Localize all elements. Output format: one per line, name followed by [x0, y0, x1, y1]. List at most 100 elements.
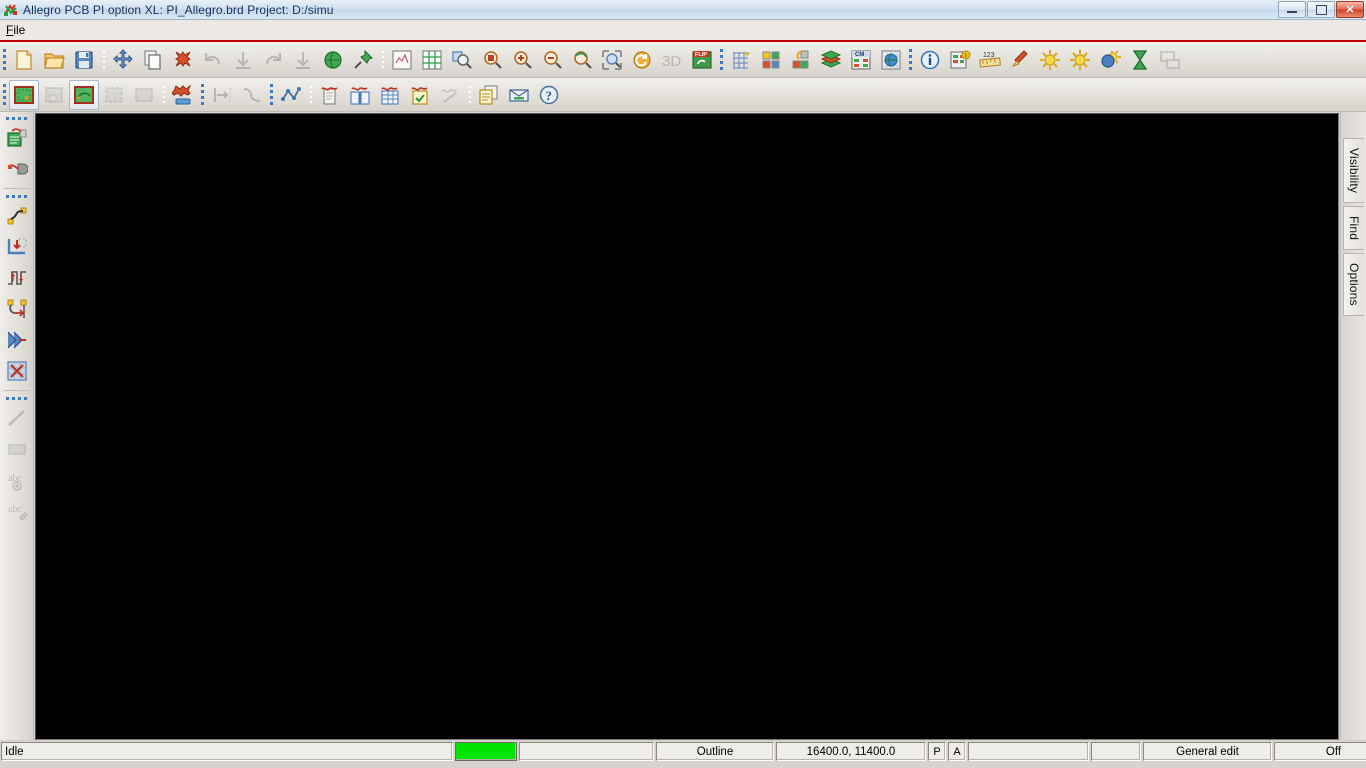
tab-visibility[interactable]: Visibility [1343, 138, 1364, 204]
main-toolbar: 3D FLIP CM i 123 [0, 42, 1366, 78]
fast-forward-icon[interactable] [2, 325, 32, 355]
zoom-region-icon[interactable] [597, 45, 627, 75]
route-corner-icon[interactable] [2, 232, 32, 262]
tab-find[interactable]: Find [1343, 206, 1364, 251]
flip-design-icon[interactable]: FLIP [687, 45, 717, 75]
undo-icon[interactable] [198, 45, 228, 75]
shape-boundary-icon[interactable] [129, 80, 159, 110]
toolbar-group-shapes [0, 78, 159, 111]
pcb-design-canvas[interactable] [35, 113, 1339, 740]
si-probe-icon[interactable] [435, 80, 465, 110]
layers-icon[interactable] [816, 45, 846, 75]
measure-ruler-icon[interactable]: 123 [975, 45, 1005, 75]
report-icon[interactable]: i [945, 45, 975, 75]
export-spreadsheet-icon[interactable] [2, 123, 32, 153]
zoom-world-icon[interactable] [417, 45, 447, 75]
delete-x-icon[interactable] [168, 45, 198, 75]
dehighlight-icon[interactable] [1035, 45, 1065, 75]
save-disk-icon[interactable] [69, 45, 99, 75]
edit-text-icon[interactable]: abc [2, 496, 32, 526]
svg-text:3D: 3D [662, 53, 681, 70]
signal-waveform-icon[interactable] [276, 80, 306, 110]
pushpin-icon[interactable] [348, 45, 378, 75]
refresh-icon[interactable] [627, 45, 657, 75]
undo-anchor-icon[interactable] [228, 45, 258, 75]
workspace: abc abc Visibility Find Options [0, 112, 1366, 740]
draw-line-icon[interactable] [2, 403, 32, 433]
toolbar-grip[interactable] [159, 78, 168, 111]
globe-grid-icon[interactable] [876, 45, 906, 75]
toolbar-grip[interactable] [198, 78, 207, 111]
three-d-icon[interactable]: 3D [657, 45, 687, 75]
shape-void-icon[interactable] [99, 80, 129, 110]
slide-icon[interactable] [207, 80, 237, 110]
toolbar-grip[interactable] [0, 42, 9, 77]
rail-grip-2[interactable] [0, 192, 33, 201]
status-bar: Idle Outline 16400.0, 11400.0 P A Genera… [0, 740, 1366, 762]
grid-toggle-icon[interactable] [726, 45, 756, 75]
rail-grip[interactable] [0, 114, 33, 123]
delete-shape-icon[interactable] [168, 80, 198, 110]
si-spreadsheet-icon[interactable] [375, 80, 405, 110]
connector-plug-icon[interactable] [2, 154, 32, 184]
open-folder-icon[interactable] [39, 45, 69, 75]
copy-docs-icon[interactable] [474, 80, 504, 110]
shape-edit-icon[interactable] [69, 79, 99, 110]
signal-pulse-icon[interactable] [2, 263, 32, 293]
shape-rect-gray-icon[interactable] [39, 80, 69, 110]
align-toggle-button[interactable]: A [948, 742, 966, 761]
toolbar-grip[interactable] [717, 42, 726, 77]
si-library-icon[interactable] [345, 80, 375, 110]
new-file-icon[interactable] [9, 45, 39, 75]
si-report-doc-icon[interactable] [315, 80, 345, 110]
toolbar-grip[interactable] [378, 42, 387, 77]
toolbar-grip[interactable] [906, 42, 915, 77]
zoom-center-icon[interactable] [477, 45, 507, 75]
status-command-mode: General edit [1143, 742, 1272, 761]
toolbar-grip[interactable] [465, 78, 474, 111]
constraint-manager-icon[interactable]: CM [846, 45, 876, 75]
rail-grip-3[interactable] [0, 394, 33, 403]
move-icon[interactable] [108, 45, 138, 75]
color-palette-icon[interactable] [756, 45, 786, 75]
copy-icon[interactable] [138, 45, 168, 75]
redo-icon[interactable] [258, 45, 288, 75]
toolbar-grip[interactable] [306, 78, 315, 111]
draw-rect-icon[interactable] [2, 434, 32, 464]
toolbar-grip[interactable] [267, 78, 276, 111]
line-segment-icon[interactable] [237, 80, 267, 110]
zoom-out-icon[interactable] [537, 45, 567, 75]
shape-add-icon[interactable] [9, 79, 39, 110]
right-panel-tabs: Visibility Find Options [1340, 112, 1366, 740]
add-text-icon[interactable]: abc [2, 465, 32, 495]
pick-toggle-button[interactable]: P [928, 742, 946, 761]
status-blank-2 [968, 742, 1089, 761]
hourglass-icon[interactable] [1125, 45, 1155, 75]
highlight-brush-icon[interactable] [1005, 45, 1035, 75]
zoom-previous-icon[interactable] [567, 45, 597, 75]
zoom-fit-icon[interactable] [387, 45, 417, 75]
redo-anchor-icon[interactable] [288, 45, 318, 75]
swap-color-icon[interactable] [786, 45, 816, 75]
zoom-select-icon[interactable] [447, 45, 477, 75]
toolbar-grip[interactable] [99, 42, 108, 77]
email-icon[interactable] [504, 80, 534, 110]
close-button[interactable]: ✕ [1336, 1, 1364, 18]
zoom-in-icon[interactable] [507, 45, 537, 75]
help-question-icon[interactable]: ? [534, 80, 564, 110]
net-connect-icon[interactable] [2, 201, 32, 231]
globe-green-icon[interactable] [318, 45, 348, 75]
tab-options[interactable]: Options [1343, 253, 1364, 317]
pin-to-pin-icon[interactable] [2, 294, 32, 324]
eclipse-icon[interactable] [1095, 45, 1125, 75]
minimize-button[interactable] [1278, 1, 1306, 18]
screen-capture-icon[interactable] [1155, 45, 1185, 75]
si-checklist-icon[interactable] [405, 80, 435, 110]
rail-divider-2 [3, 390, 30, 391]
toolbar-grip[interactable] [0, 78, 9, 111]
restore-button[interactable] [1307, 1, 1335, 18]
info-icon[interactable] [915, 45, 945, 75]
menu-bar: File [0, 20, 1366, 42]
sun-icon[interactable] [1065, 45, 1095, 75]
crosshatch-net-icon[interactable] [2, 356, 32, 386]
